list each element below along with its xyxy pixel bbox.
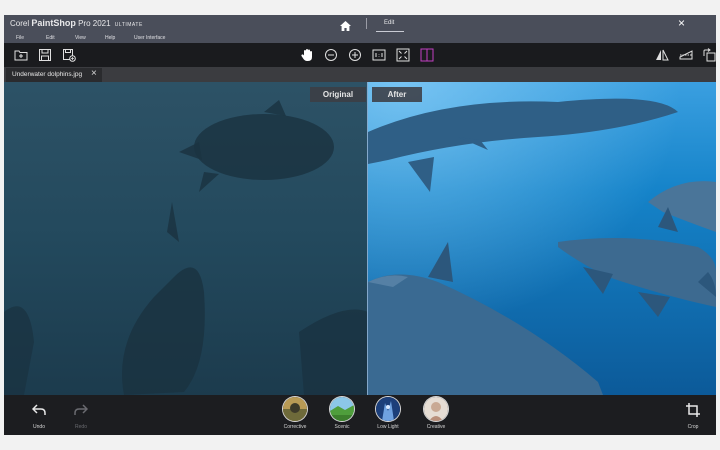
undo-button[interactable]: Undo xyxy=(19,395,59,435)
mode-tab-edit[interactable]: Edit xyxy=(384,20,394,26)
title-edition: ULTIMATE xyxy=(114,22,143,28)
open-file-icon[interactable] xyxy=(14,48,28,62)
preset-scenic-label: Scenic xyxy=(334,424,350,430)
fit-window-icon[interactable] xyxy=(396,48,410,62)
document-tab-label: Underwater dolphins.jpg xyxy=(12,71,83,78)
preset-corrective[interactable]: Corrective xyxy=(275,397,315,435)
title-suffix: Pro 2021 xyxy=(78,19,111,28)
preset-creative-thumbnail xyxy=(424,397,448,421)
preset-creative-label: Creative xyxy=(426,424,446,430)
save-as-icon[interactable] xyxy=(62,48,76,62)
preset-corrective-label: Corrective xyxy=(283,424,307,430)
zoom-out-icon[interactable] xyxy=(324,48,338,62)
title-separator xyxy=(366,18,367,29)
crop-icon xyxy=(686,403,700,422)
after-image xyxy=(368,82,716,395)
preset-corrective-thumbnail xyxy=(283,397,307,421)
preset-low-light-label: Low Light xyxy=(377,424,399,430)
menu-user-interface[interactable]: User Interface xyxy=(134,35,165,41)
document-tab-bar: Underwater dolphins.jpg × xyxy=(4,67,716,82)
before-image xyxy=(4,82,368,395)
save-icon[interactable] xyxy=(38,48,52,62)
straighten-icon[interactable] xyxy=(679,48,693,62)
document-tab[interactable]: Underwater dolphins.jpg × xyxy=(6,68,102,82)
pan-hand-icon[interactable] xyxy=(300,48,314,62)
redo-button[interactable]: Redo xyxy=(61,395,101,435)
image-canvas[interactable]: Original After xyxy=(4,82,716,395)
crop-button[interactable]: Crop xyxy=(673,395,713,435)
document-tab-close-icon[interactable]: × xyxy=(91,69,97,79)
rotate-icon[interactable] xyxy=(702,48,716,62)
after-label: After xyxy=(372,87,422,102)
close-button[interactable]: × xyxy=(678,17,685,29)
preset-scenic-thumbnail xyxy=(330,397,354,421)
split-divider-handle[interactable] xyxy=(367,82,368,395)
undo-label: Undo xyxy=(33,424,45,430)
preset-creative[interactable]: Creative xyxy=(416,397,456,435)
app-title: Corel PaintShop Pro 2021 ULTIMATE xyxy=(10,18,143,28)
menu-file[interactable]: File xyxy=(16,35,24,41)
actual-size-icon[interactable] xyxy=(372,48,386,62)
toolbar xyxy=(4,43,716,67)
menu-bar: File Edit View Help User Interface xyxy=(4,32,716,43)
menu-view[interactable]: View xyxy=(75,35,86,41)
menu-help[interactable]: Help xyxy=(105,35,115,41)
title-bar: Corel PaintShop Pro 2021 ULTIMATE Edit × xyxy=(4,15,716,32)
bottom-bar: Undo Redo Corrective Scenic Low Light Cr… xyxy=(4,395,716,435)
title-prefix: Corel xyxy=(10,19,30,28)
redo-label: Redo xyxy=(75,424,87,430)
title-brand: PaintShop xyxy=(31,18,76,28)
original-label: Original xyxy=(310,87,366,102)
zoom-in-icon[interactable] xyxy=(348,48,362,62)
paintshop-window: Corel PaintShop Pro 2021 ULTIMATE Edit ×… xyxy=(4,15,716,435)
crop-label: Crop xyxy=(687,424,699,430)
undo-icon xyxy=(31,403,46,421)
preset-low-light-thumbnail xyxy=(376,397,400,421)
flip-icon[interactable] xyxy=(655,48,669,62)
preset-scenic[interactable]: Scenic xyxy=(322,397,362,435)
menu-edit[interactable]: Edit xyxy=(46,35,55,41)
preset-low-light[interactable]: Low Light xyxy=(368,397,408,435)
split-compare-icon[interactable] xyxy=(420,48,434,62)
redo-icon xyxy=(74,403,89,421)
